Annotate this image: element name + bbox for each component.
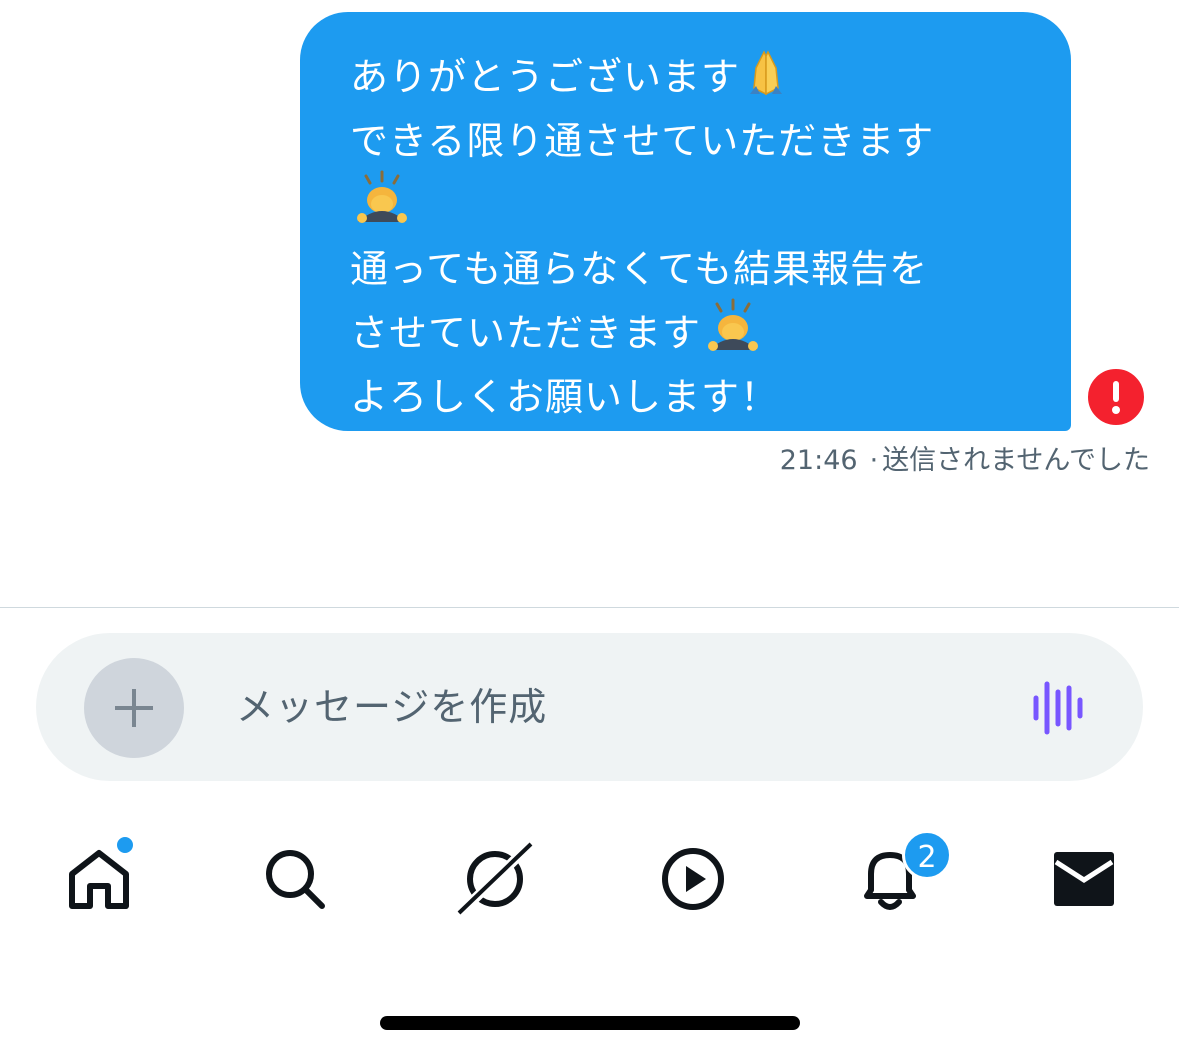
- message-line-6: よろしくお願いします！: [350, 375, 780, 419]
- plus-icon: [115, 689, 153, 727]
- status-separator: ·: [869, 445, 879, 476]
- message-time: 21:46: [779, 445, 858, 476]
- exclamation-circle-icon[interactable]: [1085, 366, 1147, 428]
- home-notification-dot: [115, 835, 135, 855]
- message-status: 21:46 · 送信されませんでした: [780, 443, 1150, 479]
- search-icon[interactable]: [262, 846, 328, 912]
- bowing-person-emoji-icon: [703, 298, 763, 368]
- grok-icon[interactable]: [455, 842, 535, 916]
- home-icon[interactable]: [66, 846, 132, 912]
- message-line-2: できる限り通させていただきます: [350, 119, 935, 163]
- home-indicator[interactable]: [380, 1016, 800, 1030]
- mail-icon[interactable]: [1052, 850, 1116, 908]
- message-line-1: ありがとうございます: [350, 48, 1041, 112]
- message-line-5: させていただきます: [350, 298, 1041, 368]
- send-failed-text: 送信されませんでした: [882, 445, 1150, 476]
- message-line-3: [350, 170, 1041, 240]
- message-composer: メッセージを作成: [36, 633, 1143, 781]
- message-input[interactable]: メッセージを作成: [236, 682, 547, 732]
- folded-hands-emoji-icon: [742, 48, 790, 112]
- add-media-button[interactable]: [84, 658, 184, 758]
- video-icon[interactable]: [660, 846, 726, 912]
- bowing-person-emoji-icon: [352, 170, 412, 240]
- voice-waveform-icon[interactable]: [1030, 678, 1090, 742]
- notifications-badge: 2: [902, 830, 952, 880]
- message-line-4: 通っても通らなくても結果報告を: [350, 247, 929, 291]
- message-bubble[interactable]: ありがとうございます できる限り通させていただきます 通っても通らなくても結果報…: [300, 12, 1071, 431]
- divider: [0, 607, 1179, 608]
